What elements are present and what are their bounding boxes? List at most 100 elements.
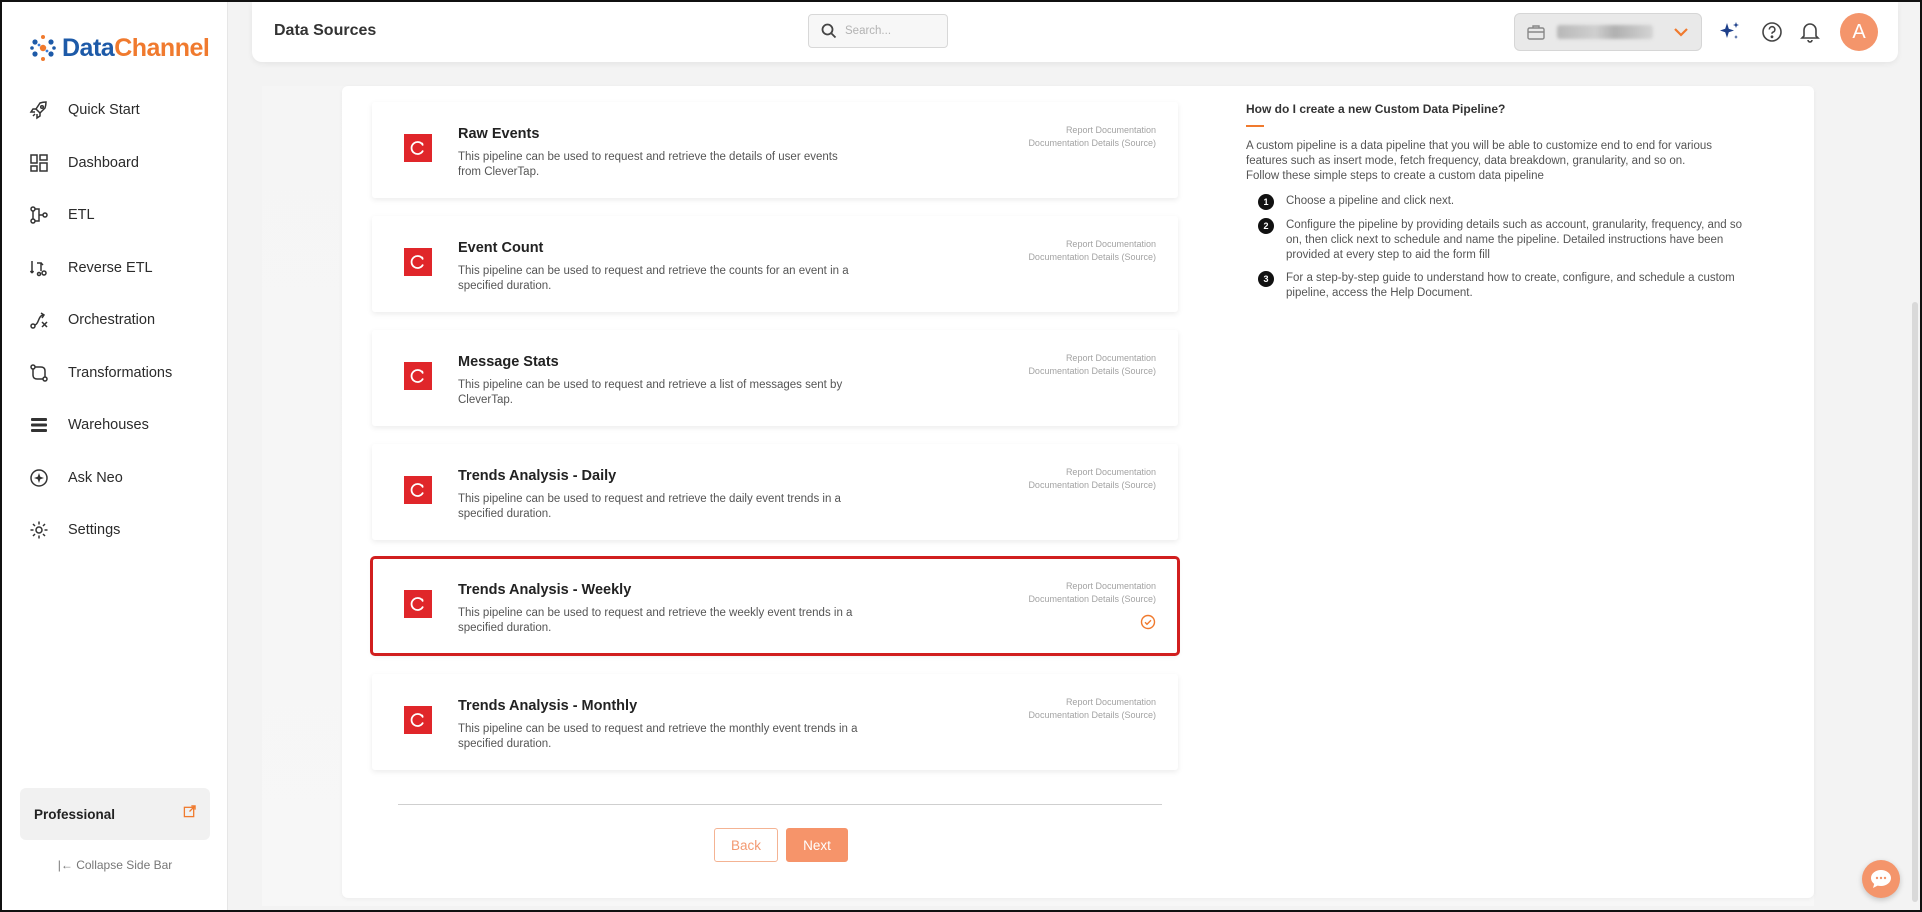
search-box[interactable] [808,14,948,48]
pipeline-description: This pipeline can be used to request and… [458,379,843,406]
step-text: Configure the pipeline by providing deta… [1286,219,1743,261]
pipeline-card[interactable]: Event Count This pipeline can be used to … [372,216,1178,312]
etl-icon [28,204,50,226]
sidebar-item-label: Warehouses [68,417,149,434]
sidebar-item-reverse-etl[interactable]: Reverse ETL [2,242,228,295]
clevertap-logo-icon [404,476,432,504]
sidebar-item-label: Reverse ETL [68,259,153,276]
pipeline-title: Trends Analysis - Daily [458,468,617,484]
doc-links: Report Documentation Documentation Detail… [1028,352,1156,378]
clevertap-logo-icon [404,134,432,162]
back-button[interactable]: Back [714,828,778,862]
chevron-down-icon [1674,28,1688,37]
ai-sparkle-icon[interactable] [1718,20,1742,44]
sidebar-item-etl[interactable]: ETL [2,189,228,242]
report-documentation-link[interactable]: Report Documentation [1028,466,1156,479]
report-documentation-link[interactable]: Report Documentation [1028,696,1156,709]
divider [398,804,1162,805]
plan-name: Professional [34,806,116,822]
documentation-details-link[interactable]: Documentation Details (Source) [1028,365,1156,378]
help-step: 2 Configure the pipeline by providing de… [1258,218,1746,263]
title-underline [1246,125,1264,127]
clevertap-logo-icon [404,706,432,734]
documentation-details-link[interactable]: Documentation Details (Source) [1028,251,1156,264]
help-panel: How do I create a new Custom Data Pipeli… [1246,102,1746,309]
reverse-etl-icon [28,257,50,279]
brand-part-channel: Channel [114,33,210,62]
help-steps: 1 Choose a pipeline and click next. 2 Co… [1246,194,1746,301]
search-icon [821,23,837,39]
report-documentation-link[interactable]: Report Documentation [1028,352,1156,365]
documentation-details-link[interactable]: Documentation Details (Source) [1028,479,1156,492]
pipeline-title: Event Count [458,240,544,256]
documentation-details-link[interactable]: Documentation Details (Source) [1028,593,1156,606]
doc-links: Report Documentation Documentation Detail… [1028,238,1156,264]
sidebar-item-ask-neo[interactable]: Ask Neo [2,452,228,505]
pipeline-description: This pipeline can be used to request and… [458,265,849,292]
step-number: 2 [1258,218,1274,234]
clevertap-logo-icon [404,362,432,390]
pipeline-title: Trends Analysis - Monthly [458,698,638,714]
search-input[interactable] [845,25,935,37]
pipeline-card[interactable]: Trends Analysis - Monthly This pipeline c… [372,674,1178,770]
top-header: Data Sources A [252,2,1898,62]
pipeline-description: This pipeline can be used to request and… [458,723,858,750]
logo[interactable]: DataChannel [28,28,210,68]
orchestration-icon [28,309,50,331]
chat-icon [1871,870,1891,888]
pipeline-card[interactable]: Trends Analysis - Daily This pipeline can… [372,444,1178,540]
report-documentation-link[interactable]: Report Documentation [1028,124,1156,137]
plan-badge[interactable]: Professional [20,788,210,840]
sidebar-item-label: Dashboard [68,154,139,171]
briefcase-icon [1527,25,1545,40]
clevertap-logo-icon [404,590,432,618]
help-steps-intro: Follow these simple steps to create a cu… [1246,170,1544,182]
user-avatar[interactable]: A [1840,13,1878,51]
pipeline-card[interactable]: Message Stats This pipeline can be used t… [372,330,1178,426]
sidebar-item-dashboard[interactable]: Dashboard [2,137,228,190]
next-button[interactable]: Next [786,828,848,862]
sidebar-item-orchestration[interactable]: Orchestration [2,294,228,347]
sidebar-item-label: Settings [68,522,121,539]
doc-links: Report Documentation Documentation Detail… [1028,696,1156,722]
step-number: 3 [1258,271,1274,287]
collapse-arrow-icon: |← [57,858,73,872]
brand-name: DataChannel [62,33,210,63]
help-icon[interactable] [1760,20,1784,44]
report-documentation-link[interactable]: Report Documentation [1028,580,1156,593]
sidebar-item-warehouses[interactable]: Warehouses [2,399,228,452]
scrollbar[interactable] [1912,302,1918,902]
chat-support-button[interactable] [1862,860,1900,898]
brand-part-data: Data [62,33,115,62]
doc-links: Report Documentation Documentation Detail… [1028,580,1156,606]
step-text: Choose a pipeline and click next. [1286,195,1455,207]
sidebar-item-transformations[interactable]: Transformations [2,347,228,400]
pipeline-description: This pipeline can be used to request and… [458,151,838,178]
step-number: 1 [1258,194,1274,210]
pipeline-title: Message Stats [458,354,559,370]
pipeline-card[interactable]: Raw Events This pipeline can be used to r… [372,102,1178,198]
sidebar-item-label: Orchestration [68,312,156,329]
sidebar-item-quick-start[interactable]: Quick Start [2,84,228,137]
sidebar: DataChannel Quick Start Dashboard ETL Re… [2,2,228,910]
pipeline-title: Raw Events [458,126,540,142]
external-link-icon[interactable] [183,805,196,823]
pipeline-description: This pipeline can be used to request and… [458,493,841,520]
pipeline-card[interactable]: Trends Analysis - Weekly This pipeline ca… [370,556,1180,656]
clevertap-logo-icon [404,248,432,276]
report-documentation-link[interactable]: Report Documentation [1028,238,1156,251]
bell-icon[interactable] [1798,20,1822,44]
gear-icon [28,519,50,541]
sidebar-nav: Quick Start Dashboard ETL Reverse ETL Or… [2,84,228,557]
pipeline-description: This pipeline can be used to request and… [458,607,853,634]
account-selector[interactable] [1514,13,1702,51]
sidebar-item-settings[interactable]: Settings [2,504,228,557]
sidebar-item-label: Quick Start [68,102,140,119]
documentation-details-link[interactable]: Documentation Details (Source) [1028,709,1156,722]
documentation-details-link[interactable]: Documentation Details (Source) [1028,137,1156,150]
collapse-sidebar-button[interactable]: |← Collapse Side Bar [2,858,228,872]
sparkle-icon [28,467,50,489]
transformations-icon [28,362,50,384]
sidebar-item-label: Ask Neo [68,469,123,486]
rocket-icon [28,99,50,121]
